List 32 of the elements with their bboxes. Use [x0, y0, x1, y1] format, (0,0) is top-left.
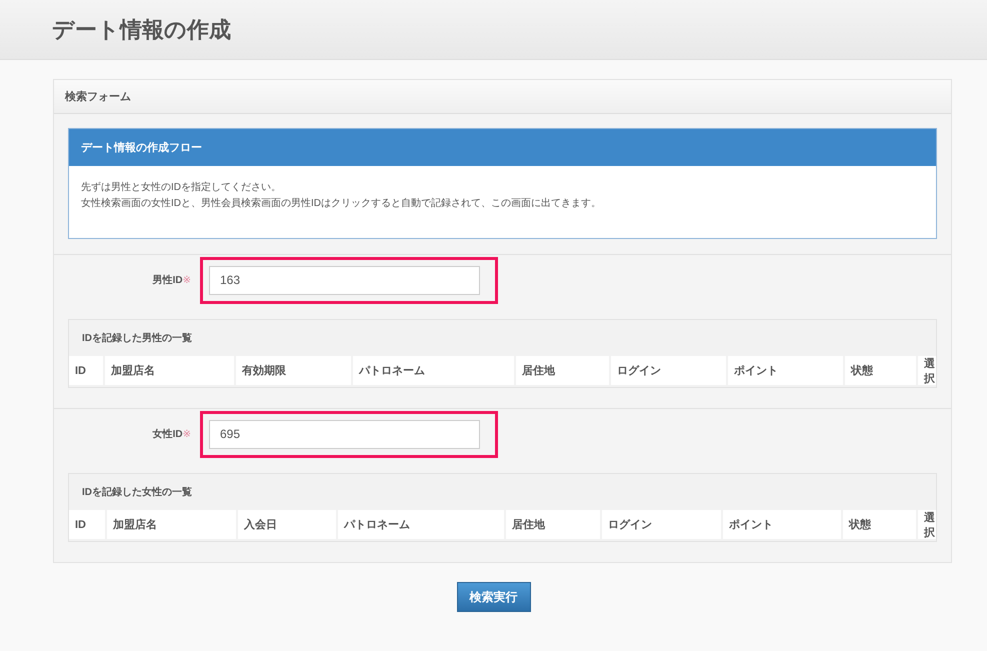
required-mark: ※: [182, 429, 191, 440]
required-mark: ※: [182, 275, 191, 286]
info-text: 先ずは男性と女性のIDを指定してください。: [81, 180, 282, 195]
column-header: 入会日: [238, 510, 336, 539]
column-header: 有効期限: [236, 356, 351, 385]
panel-title: 検索フォーム: [65, 90, 131, 104]
id-input-field[interactable]: 695: [209, 420, 480, 448]
column-header: ログイン: [611, 356, 726, 385]
field-label: 女性ID: [152, 429, 183, 440]
table-caption: IDを記録した女性の一覧: [82, 486, 192, 499]
table-caption: IDを記録した男性の一覧: [82, 332, 192, 345]
column-header: 状態: [845, 356, 916, 385]
page-title: デート情報の作成: [52, 16, 231, 44]
column-header: ID: [69, 510, 105, 539]
column-header: 選択: [918, 510, 936, 539]
column-header: 居住地: [516, 356, 609, 385]
search-button[interactable]: 検索実行: [456, 582, 530, 612]
column-header: 選択: [918, 356, 936, 385]
info-title: デート情報の作成フロー: [81, 140, 202, 155]
column-header: 加盟店名: [105, 356, 234, 385]
column-header: ログイン: [602, 510, 721, 539]
column-header: パトロネーム: [353, 356, 514, 385]
column-header: 加盟店名: [107, 510, 236, 539]
column-header: 居住地: [506, 510, 600, 539]
column-header: ポイント: [728, 356, 843, 385]
column-header: 状態: [843, 510, 916, 539]
column-header: パトロネーム: [338, 510, 504, 539]
column-header: ポイント: [723, 510, 841, 539]
column-header: ID: [69, 356, 103, 385]
info-text: 女性検索画面の女性IDと、男性会員検索画面の男性IDはクリックすると自動で記録されて、この画面に出てきます。: [81, 196, 602, 211]
id-input-field[interactable]: 163: [209, 266, 480, 294]
field-label: 男性ID: [152, 275, 183, 286]
